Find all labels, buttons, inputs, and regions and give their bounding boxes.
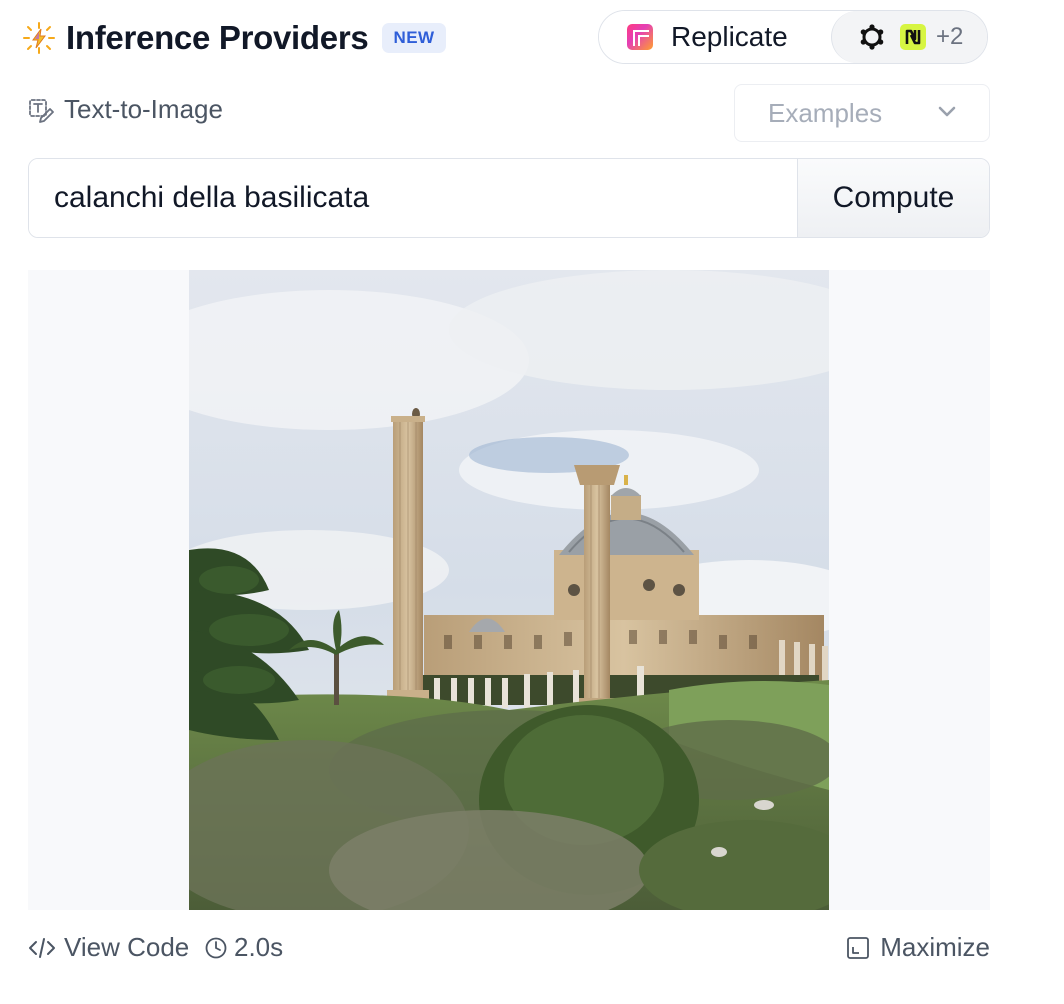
replicate-icon xyxy=(627,24,653,50)
prompt-input[interactable] xyxy=(29,159,797,237)
openai-icon xyxy=(858,23,886,51)
widget-header: Inference Providers NEW Replicate +2 xyxy=(22,10,990,66)
sparkle-icon xyxy=(22,21,56,55)
provider-replicate-button[interactable]: Replicate xyxy=(599,11,831,63)
chevron-down-icon xyxy=(937,101,957,121)
more-providers-button[interactable]: +2 xyxy=(831,11,987,63)
nebius-icon xyxy=(900,24,926,50)
output-panel xyxy=(28,270,990,910)
maximize-label: Maximize xyxy=(880,932,990,962)
provider-name: Replicate xyxy=(671,21,788,52)
inference-widget: Inference Providers NEW Replicate +2 Tex… xyxy=(0,0,1064,1004)
new-badge: NEW xyxy=(382,23,446,53)
task-type: Text-to-Image xyxy=(28,94,223,125)
text-to-image-icon xyxy=(28,97,54,123)
task-row: Text-to-Image Examples xyxy=(28,84,990,142)
clock-icon xyxy=(204,936,228,960)
maximize-icon xyxy=(846,936,870,960)
compute-button[interactable]: Compute xyxy=(797,159,989,237)
generated-image xyxy=(189,270,829,910)
more-providers-count: +2 xyxy=(936,23,964,50)
page-title: Inference Providers xyxy=(66,19,369,56)
task-label: Text-to-Image xyxy=(64,94,223,124)
view-code-button[interactable]: View Code xyxy=(28,932,189,963)
view-code-label: View Code xyxy=(64,932,190,962)
examples-dropdown[interactable]: Examples xyxy=(734,84,990,142)
prompt-form: Compute xyxy=(28,158,990,238)
maximize-button[interactable]: Maximize xyxy=(846,932,990,963)
title-group: Inference Providers NEW xyxy=(22,19,446,56)
provider-selector: Replicate +2 xyxy=(598,10,988,64)
examples-label: Examples xyxy=(768,97,883,128)
code-icon xyxy=(28,934,56,962)
timing-value: 2.0s xyxy=(234,932,284,962)
output-footer: View Code 2.0s Maximize xyxy=(28,928,990,968)
timing-indicator: 2.0s xyxy=(204,932,283,963)
